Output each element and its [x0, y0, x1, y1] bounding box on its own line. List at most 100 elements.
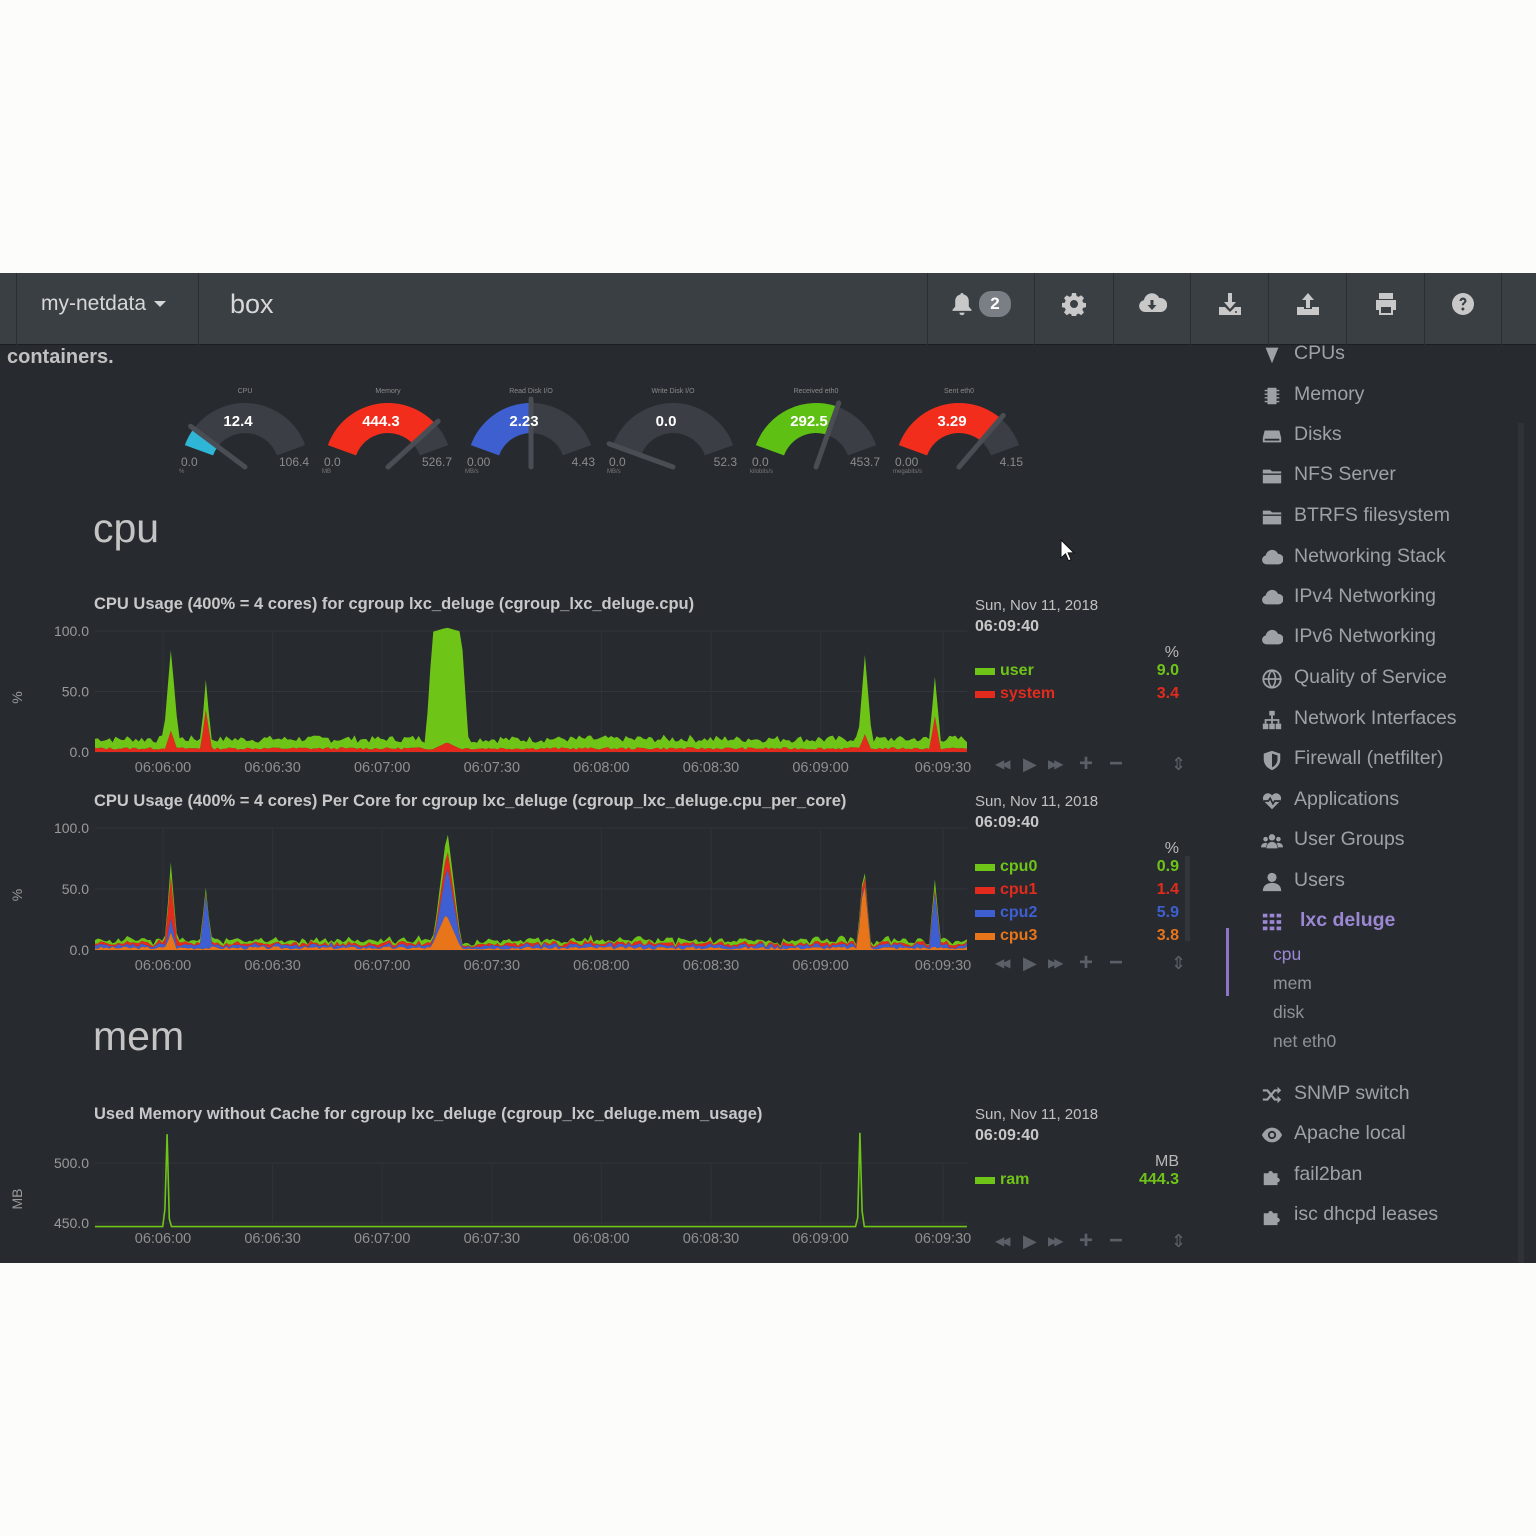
sidebar-subitem-disk[interactable]: disk	[1273, 1002, 1304, 1023]
legend-item-cpu2[interactable]: cpu2 5.9	[975, 904, 1185, 927]
resize-button[interactable]: ⇕	[1171, 754, 1186, 774]
sidebar-item-apache-local[interactable]: Apache local	[1248, 1121, 1528, 1151]
chart-controls-mem-usage: ◀◀ ▶ ▶▶ + − ⇕	[995, 1229, 1190, 1253]
legend-item-system[interactable]: system 3.4	[975, 685, 1185, 708]
sidebar-item-isc-dhcpd-leases[interactable]: isc dhcpd leases	[1248, 1202, 1528, 1232]
sidebar-item-firewall-netfilter[interactable]: Firewall (netfilter)	[1248, 746, 1528, 776]
sidebar-item-user-groups[interactable]: User Groups	[1248, 827, 1528, 857]
sidebar-item-label: Apache local	[1294, 1122, 1406, 1144]
rewind-button[interactable]: ◀◀	[995, 1231, 1011, 1251]
download-icon	[1218, 293, 1241, 315]
mouse-cursor-icon	[1060, 539, 1076, 562]
sidebar-subitem-cpu[interactable]: cpu	[1273, 944, 1301, 965]
y-axis-label: %	[9, 889, 25, 901]
sidebar-item-btrfs-filesystem[interactable]: BTRFS filesystem	[1248, 503, 1528, 533]
chart-controls-cpu-per-core: ◀◀ ▶ ▶▶ + − ⇕	[995, 951, 1190, 975]
settings-button[interactable]	[1034, 273, 1113, 345]
play-button[interactable]: ▶	[1023, 1231, 1037, 1251]
play-button[interactable]: ▶	[1023, 953, 1037, 973]
gauge-title: CPU	[237, 388, 253, 395]
sidebar-subitem-mem[interactable]: mem	[1273, 973, 1312, 994]
play-button[interactable]: ▶	[1023, 754, 1037, 774]
sidebar-item-networking-stack[interactable]: Networking Stack	[1248, 544, 1528, 574]
gauge-title: Memory	[375, 388, 401, 395]
gauge-value: 12.4	[223, 413, 253, 430]
legend-date: Sun, Nov 11, 2018	[975, 1106, 1099, 1123]
resize-button[interactable]: ⇕	[1171, 1231, 1186, 1251]
sidebar-item-label: fail2ban	[1294, 1163, 1363, 1185]
zoom-in-button[interactable]: +	[1079, 752, 1093, 776]
gauge-value: 3.29	[937, 413, 967, 430]
x-tick-label: 06:09:00	[792, 760, 848, 776]
sidebar-item-ipv4-networking[interactable]: IPv4 Networking	[1248, 584, 1528, 614]
zoom-in-button[interactable]: +	[1079, 951, 1093, 975]
sidebar-item-memory[interactable]: Memory	[1248, 382, 1528, 412]
x-tick-label: 06:07:00	[354, 1231, 410, 1247]
x-tick-label: 06:06:00	[135, 1231, 191, 1247]
page-scrollbar[interactable]	[1518, 423, 1524, 1263]
sidebar-item-lxc-deluge[interactable]: lxc deluge	[1248, 908, 1528, 938]
gauge-min: 0.0	[181, 455, 198, 469]
fast-forward-button[interactable]: ▶▶	[1048, 754, 1064, 774]
sidebar-item-label: lxc deluge	[1300, 909, 1396, 931]
resize-button[interactable]: ⇕	[1171, 953, 1186, 973]
family-heading-cpu: cpu	[93, 505, 160, 551]
fast-forward-button[interactable]: ▶▶	[1048, 1231, 1064, 1251]
x-tick-label: 06:09:00	[792, 1231, 848, 1247]
sidebar-subitem-net-eth0[interactable]: net eth0	[1273, 1031, 1336, 1052]
legend-date: Sun, Nov 11, 2018	[975, 793, 1099, 810]
y-axis-label: MB	[9, 1189, 25, 1210]
chart-cpu[interactable]: 100.0 50.0 0.0% 06:06:00 06:06:30 06:07:00 06:…	[0, 613, 990, 783]
legend-item-cpu1[interactable]: cpu1 1.4	[975, 881, 1185, 904]
series-area-cpu1	[95, 852, 967, 949]
sidebar-item-fail2ban[interactable]: fail2ban	[1248, 1162, 1528, 1192]
alarms-button[interactable]: 2	[927, 273, 1034, 345]
sidebar-item-network-interfaces[interactable]: Network Interfaces	[1248, 706, 1528, 736]
zoom-out-button[interactable]: −	[1109, 951, 1123, 975]
series-area-user	[95, 627, 967, 750]
chart-cpu-per-core[interactable]: 100.0 50.0 0.0% 06:06:00 06:06:30 06:07:00 06:…	[0, 810, 990, 980]
gauge-min: 0.0	[609, 455, 626, 469]
legend-unit: %	[1164, 644, 1179, 661]
x-tick-label: 06:07:30	[464, 958, 520, 974]
sidebar-item-cpus[interactable]: CPUs	[1248, 341, 1528, 371]
import-button[interactable]	[1190, 273, 1268, 345]
chart-mem-usage[interactable]: 500.0 450.0 MB 06:06:00 06:06:30 06:07:00 06:0…	[0, 1123, 990, 1263]
zoom-out-button[interactable]: −	[1109, 1229, 1123, 1253]
gauge-max: 4.43	[571, 455, 595, 469]
legend-item-cpu0[interactable]: cpu0 0.9	[975, 858, 1185, 881]
cloud-sync-button[interactable]	[1113, 273, 1190, 345]
server-menu-button[interactable]: my-netdata	[16, 273, 199, 345]
legend-scrollbar[interactable]	[1185, 856, 1190, 941]
sidebar-item-ipv6-networking[interactable]: IPv6 Networking	[1248, 624, 1528, 654]
help-button[interactable]	[1424, 273, 1502, 345]
gauge-unit: MB/s	[607, 469, 621, 475]
random-icon	[1260, 1083, 1284, 1107]
legend-item-ram[interactable]: ram 444.3	[975, 1171, 1185, 1194]
sidebar-item-users[interactable]: Users	[1248, 868, 1528, 898]
sidebar-item-quality-of-service[interactable]: Quality of Service	[1248, 665, 1528, 695]
legend-item-cpu3[interactable]: cpu3 3.8	[975, 927, 1185, 950]
chart-title-cpu: CPU Usage (400% = 4 cores) for cgroup lx…	[94, 595, 695, 613]
export-button[interactable]	[1268, 273, 1346, 345]
sidebar-item-applications[interactable]: Applications	[1248, 787, 1528, 817]
fast-forward-button[interactable]: ▶▶	[1048, 953, 1064, 973]
gauge-title: Read Disk I/O	[509, 388, 553, 395]
cpus-icon	[1260, 343, 1284, 367]
rewind-button[interactable]: ◀◀	[995, 754, 1011, 774]
sitemap-icon	[1260, 708, 1284, 732]
zoom-in-button[interactable]: +	[1079, 1229, 1093, 1253]
print-button[interactable]	[1346, 273, 1424, 345]
sidebar-item-disks[interactable]: Disks	[1248, 422, 1528, 452]
legend-series-value: 0.9	[1156, 858, 1179, 875]
gauge-value: 292.5	[790, 413, 828, 430]
legend-item-user[interactable]: user 9.0	[975, 662, 1185, 685]
sidebar-item-nfs-server[interactable]: NFS Server	[1248, 462, 1528, 492]
x-tick-label: 06:07:00	[354, 760, 410, 776]
sidebar-item-snmp-switch[interactable]: SNMP switch	[1248, 1081, 1528, 1111]
gauge-min: 0.00	[895, 455, 919, 469]
zoom-out-button[interactable]: −	[1109, 752, 1123, 776]
puzzle-icon	[1260, 1164, 1284, 1188]
gauge-value: 444.3	[362, 413, 400, 430]
rewind-button[interactable]: ◀◀	[995, 953, 1011, 973]
